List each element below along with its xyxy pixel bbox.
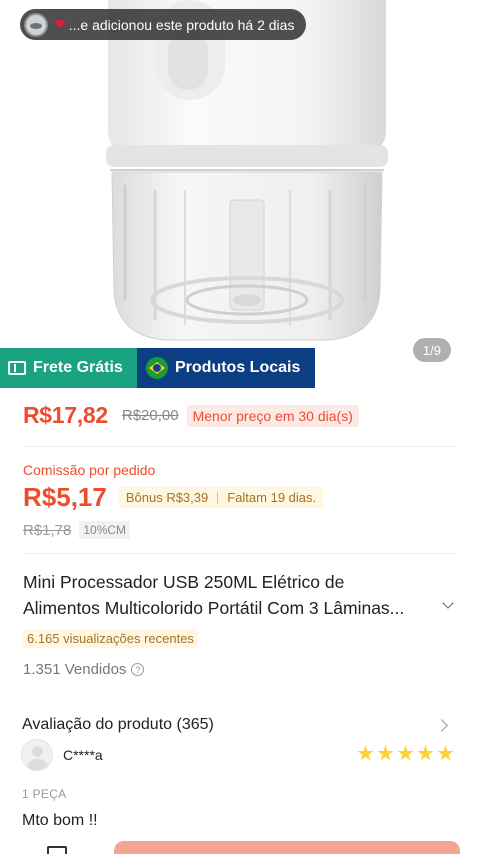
help-icon[interactable]: ? (131, 663, 145, 676)
star-icon (417, 745, 434, 761)
rating-stars (357, 745, 454, 762)
review-variant: 1 PEÇA (22, 787, 67, 801)
bonus-amount: Bônus R$3,39 (125, 490, 209, 505)
lowest-price-tag: Menor preço em 30 dia(s) (186, 404, 359, 427)
reviewer-name: C****a (63, 747, 103, 763)
divider (23, 553, 457, 554)
bonus-remaining: Faltam 19 dias. (227, 490, 317, 505)
ticket-icon (8, 361, 26, 375)
star-icon (437, 745, 454, 761)
commission-value: R$5,17 (23, 482, 107, 512)
bonus-tag: Bônus R$3,39 Faltam 19 dias. (118, 487, 324, 508)
notification-text: ...e adicionou este produto há 2 dias (68, 16, 295, 33)
store-icon[interactable] (47, 846, 67, 854)
brazil-flag-icon (146, 357, 168, 379)
buy-button[interactable] (114, 841, 460, 854)
sold-count: 1.351 Vendidos ? (23, 661, 145, 678)
divider (23, 446, 457, 447)
product-image (0, 0, 480, 388)
star-icon (357, 745, 374, 761)
product-title-line2: Alimentos Multicolorido Portátil Com 3 L… (23, 598, 405, 618)
commission-sub: R$1,78 10%CM (23, 521, 131, 539)
commission-percent: 10%CM (79, 521, 131, 539)
local-products-badge: Produtos Locais (137, 348, 315, 388)
expand-title-chevron-icon[interactable] (442, 597, 454, 609)
user-avatar-icon (24, 12, 48, 37)
commission-old-value: R$1,78 (23, 521, 72, 539)
current-price: R$17,82 (23, 402, 108, 428)
free-shipping-badge: Frete Grátis (0, 348, 137, 388)
reviewer: C****a (21, 739, 103, 771)
product-title-line1: Mini Processador USB 250ML Elétrico de (23, 572, 345, 592)
star-icon (377, 745, 394, 761)
reviewer-avatar (21, 739, 53, 771)
free-shipping-label: Frete Grátis (33, 359, 123, 376)
section-separator (0, 697, 480, 705)
heart-icon: ❤ (54, 16, 66, 32)
bonus-separator (217, 491, 219, 504)
product-image-carousel[interactable]: ❤ ...e adicionou este produto há 2 dias … (0, 0, 480, 388)
price-row: R$17,82 R$20,00 Menor preço em 30 dia(s) (23, 402, 359, 429)
image-counter: 1/9 (412, 338, 451, 362)
commission-row: R$5,17 Bônus R$3,39 Faltam 19 dias. (23, 482, 324, 513)
local-products-label: Produtos Locais (175, 359, 301, 376)
reviews-chevron-right-icon[interactable] (435, 719, 448, 732)
original-price: R$20,00 (121, 407, 179, 424)
reviews-title[interactable]: Avaliação do produto (365) (22, 716, 214, 734)
sold-count-text: 1.351 Vendidos (23, 661, 127, 678)
star-icon (397, 745, 414, 761)
commission-label: Comissão por pedido (23, 462, 156, 478)
recent-views-tag: 6.165 visualizações recentes (23, 629, 198, 648)
product-title[interactable]: Mini Processador USB 250ML Elétrico de A… (23, 569, 443, 621)
recent-add-notification: ❤ ...e adicionou este produto há 2 dias (20, 9, 307, 40)
